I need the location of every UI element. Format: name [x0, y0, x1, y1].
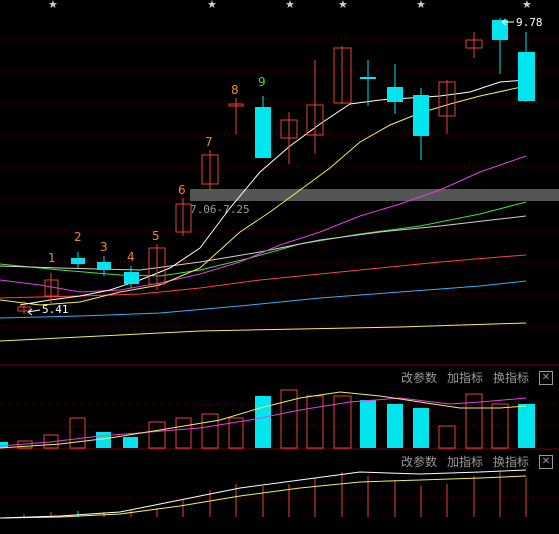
close-icon[interactable]: ✕	[539, 454, 553, 469]
change-params-button[interactable]: 改参数	[401, 453, 437, 470]
candle	[71, 258, 85, 264]
change-params-button[interactable]: 改参数	[401, 369, 437, 386]
candle	[413, 95, 429, 136]
volume-bar	[123, 437, 138, 448]
volume-bar	[96, 432, 111, 448]
star-icon: ★	[285, 0, 295, 11]
add-indicator-button[interactable]: 加指标	[447, 369, 483, 386]
star-icon: ★	[416, 0, 426, 11]
close-icon[interactable]: ✕	[539, 370, 553, 385]
candle	[97, 262, 111, 270]
candle	[360, 77, 376, 79]
volume-bar	[255, 396, 271, 448]
sequence-label: 3	[100, 240, 108, 254]
low-price-label: 5.41	[42, 303, 69, 316]
volume-bar	[438, 425, 456, 449]
add-indicator-button[interactable]: 加指标	[447, 453, 483, 470]
candle	[124, 272, 139, 284]
indicator-panel-toolbar: 改参数 加指标 换指标 ✕	[401, 453, 553, 470]
volume-bars	[0, 389, 535, 449]
volume-bar	[69, 417, 86, 449]
top-star-markers: ★ ★ ★ ★ ★ ★	[48, 0, 532, 11]
ma-line-cyan	[0, 280, 527, 319]
sequence-label: 4	[127, 250, 135, 264]
candle	[387, 87, 403, 102]
price-range-label: 7.06-7.25	[190, 203, 250, 216]
sequence-label: 9	[258, 75, 266, 89]
main-grid	[0, 37, 559, 499]
ma-line-yellow-long	[0, 322, 527, 342]
star-icon: ★	[522, 0, 532, 11]
high-price-marker: 9.78	[501, 16, 543, 29]
volume-bar	[280, 389, 298, 449]
candle	[492, 20, 508, 40]
sequence-label: 6	[178, 183, 186, 197]
candle	[518, 52, 535, 101]
volume-bar	[360, 400, 376, 448]
sequence-label: 8	[231, 83, 239, 97]
sequence-label: 7	[205, 135, 213, 149]
star-icon: ★	[48, 0, 58, 11]
volume-bar	[518, 404, 535, 448]
sequence-label: 1	[48, 251, 56, 265]
sequence-label: 2	[74, 230, 82, 244]
candle	[255, 107, 271, 158]
star-icon: ★	[207, 0, 217, 11]
switch-indicator-button[interactable]: 换指标	[493, 453, 529, 470]
volume-bar	[413, 408, 429, 448]
volume-bar	[175, 417, 192, 449]
volume-bar	[201, 413, 219, 449]
low-price-marker: 5.41	[27, 303, 69, 316]
switch-indicator-button[interactable]: 换指标	[493, 369, 529, 386]
price-range-band	[190, 189, 559, 201]
volume-bar	[387, 404, 403, 448]
star-icon: ★	[338, 0, 348, 11]
sequence-label: 5	[152, 229, 160, 243]
volume-panel-toolbar: 改参数 加指标 换指标 ✕	[401, 369, 553, 386]
high-price-label: 9.78	[516, 16, 543, 29]
